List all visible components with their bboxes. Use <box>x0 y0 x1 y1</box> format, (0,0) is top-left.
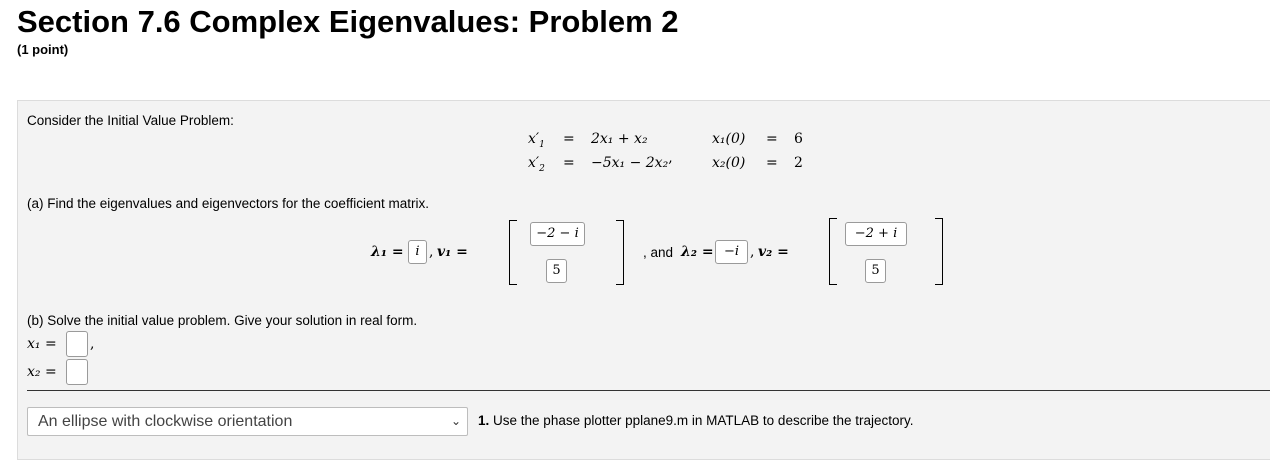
lambda1-comma: , <box>429 244 434 260</box>
part-b-prompt: (b) Solve the initial value problem. Giv… <box>27 313 418 328</box>
lambda2-comma: , <box>750 244 755 260</box>
x1-comma: , <box>90 336 95 352</box>
x1-input[interactable] <box>66 331 88 357</box>
eq2-rhs: −5x₁ − 2x₂, <box>591 150 673 171</box>
chevron-down-icon: ⌄ <box>450 414 461 428</box>
eq1-lhs: x′1 <box>528 131 545 150</box>
divider <box>27 390 1270 391</box>
x2-label: x₂ = <box>27 364 57 380</box>
lambda1-label: λ₁ = <box>371 244 404 260</box>
v2-left-bracket <box>829 218 837 285</box>
and-text: , and <box>643 245 674 260</box>
points-label: (1 point) <box>17 42 69 57</box>
page-title: Section 7.6 Complex Eigenvalues: Problem… <box>17 4 679 39</box>
v2-label: v₂ = <box>758 244 789 260</box>
trajectory-selected-value: An ellipse with clockwise orientation <box>38 413 293 430</box>
eq2-lhs: x′2 <box>528 155 545 174</box>
eq2-equals: = <box>563 155 575 171</box>
v1-label: v₁ = <box>437 244 468 260</box>
eq1-equals: = <box>563 131 575 147</box>
lambda2-label: λ₂ = <box>681 244 714 260</box>
v1-entry-2[interactable]: 5 <box>546 259 567 283</box>
problem-panel <box>17 100 1270 460</box>
ic2-rhs: 2 <box>794 155 803 171</box>
lambda2-answer[interactable]: −i <box>715 240 748 264</box>
instruction-text: Use the phase plotter pplane9.m in MATLA… <box>493 413 914 428</box>
v1-entry-1[interactable]: −2 − i <box>530 222 585 246</box>
v1-right-bracket <box>616 220 624 285</box>
eq1-rhs: 2x₁ + x₂ <box>591 131 648 147</box>
ic2-lhs: x₂(0) <box>712 155 746 171</box>
x2-input[interactable] <box>66 359 88 385</box>
ic1-rhs: 6 <box>794 131 803 147</box>
trajectory-select[interactable]: An ellipse with clockwise orientation ⌄ <box>27 407 468 436</box>
trajectory-instruction: 1. Use the phase plotter pplane9.m in MA… <box>478 413 914 428</box>
intro-text: Consider the Initial Value Problem: <box>27 113 234 128</box>
v1-left-bracket <box>509 220 517 285</box>
ic2-equals: = <box>766 155 778 171</box>
v2-entry-1[interactable]: −2 + i <box>845 222 907 246</box>
lambda1-answer[interactable]: i <box>408 240 427 264</box>
part-a-prompt: (a) Find the eigenvalues and eigenvector… <box>27 196 429 211</box>
instruction-number: 1. <box>478 413 490 428</box>
x1-label: x₁ = <box>27 336 57 352</box>
v2-right-bracket <box>935 218 943 285</box>
ic1-lhs: x₁(0) <box>712 131 746 147</box>
ic1-equals: = <box>766 131 778 147</box>
v2-entry-2[interactable]: 5 <box>865 259 886 283</box>
